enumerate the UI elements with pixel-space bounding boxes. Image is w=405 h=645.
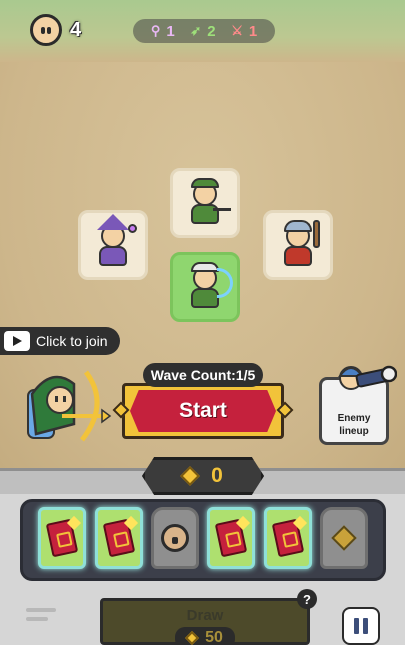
spell-card[interactable] bbox=[95, 507, 143, 569]
pause-bar-icon bbox=[363, 618, 368, 634]
player-count: 4 bbox=[70, 18, 82, 41]
draw-cost: 50 bbox=[175, 627, 235, 645]
class-mage-count: 1 bbox=[166, 22, 175, 40]
sword-icon: ⚔ bbox=[231, 23, 243, 38]
gold-gem-icon bbox=[185, 630, 200, 645]
class-counter-bar: ⚲ 1 ➶ 2 ⚔ 1 bbox=[133, 19, 275, 43]
locked-hero-card[interactable] bbox=[151, 507, 199, 569]
locked-gem-card[interactable] bbox=[320, 507, 368, 569]
hero-slot-top[interactable] bbox=[170, 168, 240, 238]
click-to-join-label: Click to join bbox=[36, 333, 108, 349]
gold-value: 0 bbox=[211, 464, 223, 487]
gold-gem-icon bbox=[180, 466, 201, 486]
pause-button[interactable] bbox=[342, 607, 380, 645]
start-button[interactable]: Start bbox=[122, 383, 284, 439]
wizard-hero-icon bbox=[91, 214, 137, 270]
class-archer: ➶ 2 bbox=[190, 23, 215, 40]
spell-card[interactable] bbox=[207, 507, 255, 569]
start-banner: Start bbox=[130, 390, 276, 432]
archer-hero-icon bbox=[183, 262, 233, 312]
class-mage: ⚲ 1 bbox=[151, 23, 175, 40]
player-counter: 4 bbox=[30, 14, 81, 46]
staff-icon: ⚲ bbox=[150, 23, 161, 38]
gem-icon bbox=[331, 525, 357, 551]
draw-label: Draw bbox=[186, 607, 224, 624]
start-label: Start bbox=[179, 399, 227, 422]
help-button[interactable]: ? bbox=[297, 589, 317, 609]
enemy-lineup-label: Enemy lineup bbox=[337, 413, 371, 437]
bow-icon: ➶ bbox=[190, 23, 202, 38]
archer-hero-icon bbox=[183, 178, 231, 228]
gold-counter: 0 bbox=[142, 457, 264, 495]
wave-count-label: Wave Count:1/5 bbox=[143, 363, 263, 387]
class-warrior: ⚔ 1 bbox=[231, 23, 257, 40]
spell-card[interactable] bbox=[264, 507, 312, 569]
click-to-join-button[interactable]: Click to join bbox=[0, 327, 120, 355]
class-warrior-count: 1 bbox=[248, 22, 258, 40]
menu-lines-icon bbox=[26, 608, 56, 621]
pause-bar-icon bbox=[354, 618, 359, 634]
video-camera-icon bbox=[4, 331, 30, 351]
spell-card[interactable] bbox=[38, 507, 86, 569]
hooded-archer-icon bbox=[27, 370, 112, 442]
draw-cost-value: 50 bbox=[205, 629, 223, 645]
warrior-hero-icon bbox=[276, 220, 320, 270]
face-icon bbox=[161, 524, 189, 552]
face-icon bbox=[30, 14, 62, 46]
hero-slot-bottom-active[interactable] bbox=[170, 252, 240, 322]
class-archer-count: 2 bbox=[207, 22, 216, 40]
telescope-scout-icon bbox=[338, 365, 397, 390]
hero-slot-left[interactable] bbox=[78, 210, 148, 280]
draw-button[interactable]: Draw 50 bbox=[100, 598, 310, 645]
hero-slot-right[interactable] bbox=[263, 210, 333, 280]
